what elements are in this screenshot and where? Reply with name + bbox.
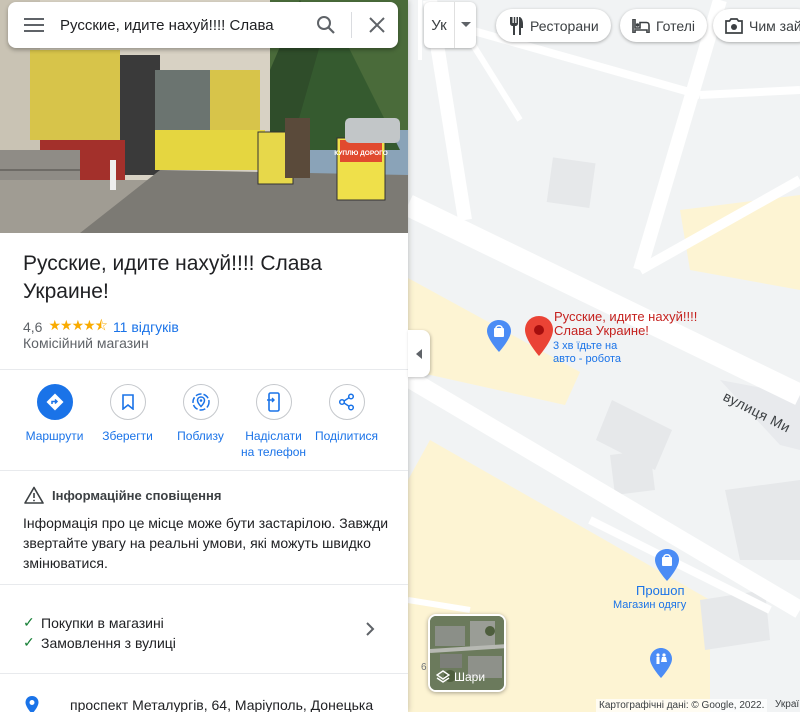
send-to-phone-label: Надіслати на телефон: [240, 429, 307, 459]
feature-label: Покупки в магазині: [41, 614, 164, 631]
location-pin-icon: [25, 696, 39, 712]
map-number-label: 6: [421, 662, 427, 673]
marker-sub-line2: авто - робота: [553, 353, 621, 365]
directions-label: Маршрути: [25, 429, 84, 443]
send-to-phone-icon[interactable]: [255, 384, 292, 420]
chevron-left-icon: [416, 348, 422, 359]
check-icon: ✓: [23, 614, 35, 630]
shop-name[interactable]: Прошоп: [636, 583, 685, 598]
lang-dropdown-icon[interactable]: [455, 22, 476, 28]
service-options[interactable]: ✓ Покупки в магазині ✓ Замовлення з вули…: [0, 600, 408, 660]
directions-button[interactable]: Маршрути: [18, 384, 91, 460]
place-marker-icon[interactable]: [525, 316, 553, 356]
layers-label: Шари: [454, 670, 486, 684]
clothing-shop-poi-icon[interactable]: [655, 549, 679, 581]
chevron-right-icon: [366, 622, 375, 636]
search-input[interactable]: Русские, идите нахуй!!!! Слава: [60, 17, 305, 34]
divider: [0, 584, 408, 585]
check-icon: ✓: [23, 634, 35, 650]
alert-title: Інформаційне сповіщення: [24, 486, 221, 504]
chip-things-label: Чим зай: [749, 17, 800, 34]
save-button[interactable]: Зберегти: [91, 384, 164, 460]
alert-title-text: Інформаційне сповіщення: [52, 487, 222, 503]
restroom-poi-icon[interactable]: [650, 648, 672, 678]
chip-hotels[interactable]: Готелі: [620, 9, 707, 42]
place-panel: КУПЛЮ ДОРОГО Русские, идите нахуй!!!! Сл…: [0, 0, 408, 712]
search-divider: [351, 12, 352, 38]
shop-category: Магазин одягу: [613, 599, 687, 611]
hotel-icon: [632, 18, 650, 33]
divider: [0, 470, 408, 471]
close-icon[interactable]: [356, 2, 398, 48]
warning-icon: [24, 486, 44, 504]
place-category[interactable]: Комісійний магазин: [23, 335, 149, 351]
bookmark-icon[interactable]: [109, 384, 146, 420]
chip-restaurants[interactable]: Ресторани: [496, 9, 611, 42]
share-icon[interactable]: [328, 384, 365, 420]
layers-icon: [436, 670, 450, 683]
place-title: Русские, идите нахуй!!!! Слава Украине!: [23, 252, 323, 303]
camera-icon: [725, 17, 743, 34]
rating-value: 4,6: [23, 319, 43, 335]
action-buttons: Маршрути Зберегти Поблизу Надіслати на т…: [18, 384, 398, 460]
search-box[interactable]: Русские, идите нахуй!!!! Слава: [8, 2, 398, 48]
save-label: Зберегти: [102, 429, 153, 443]
layers-label-wrap: Шари: [436, 670, 485, 684]
search-icon[interactable]: [305, 2, 347, 48]
menu-icon[interactable]: [8, 2, 60, 48]
share-label: Поділитися: [314, 429, 379, 443]
marker-sublabel: 3 хв їдьте на авто - робота: [553, 340, 621, 366]
address-text: проспект Металургів, 64, Маріуполь, Доне…: [70, 697, 374, 712]
map-attribution: Картографічні дані: © Google, 2022.: [596, 699, 768, 712]
marker-sub-line1: 3 хв їдьте на: [553, 340, 618, 352]
shopping-poi-icon[interactable]: [487, 320, 511, 352]
marker-label-line1: Русские, идите нахуй!!!!: [554, 309, 698, 324]
marker-label[interactable]: Русские, идите нахуй!!!! Слава Украине!: [554, 310, 697, 338]
lang-label: Ук: [431, 16, 447, 34]
alert-body: Інформація про це місце може бути застар…: [23, 515, 389, 571]
input-tools-button[interactable]: Ук: [424, 2, 476, 48]
chip-things-to-do[interactable]: Чим зай: [713, 9, 800, 42]
divider: [0, 369, 408, 370]
chip-hotels-label: Готелі: [656, 17, 695, 34]
feature-item: ✓ Покупки в магазині: [23, 614, 164, 631]
nearby-icon[interactable]: [182, 384, 219, 420]
feature-item: ✓ Замовлення з вулиці: [23, 634, 176, 651]
share-button[interactable]: Поділитися: [310, 384, 383, 460]
nearby-label: Поблизу: [177, 429, 224, 443]
layers-button[interactable]: Шари: [428, 614, 506, 692]
directions-icon[interactable]: [36, 384, 73, 420]
nearby-button[interactable]: Поблизу: [164, 384, 237, 460]
photo-sign-text: КУПЛЮ ДОРОГО: [334, 150, 388, 157]
chip-restaurants-label: Ресторани: [530, 17, 599, 34]
address-row[interactable]: проспект Металургів, 64, Маріуполь, Доне…: [24, 695, 373, 712]
marker-label-line2: Слава Украине!: [554, 323, 649, 338]
divider: [0, 673, 408, 674]
collapse-panel-button[interactable]: [408, 330, 430, 377]
feature-label: Замовлення з вулиці: [41, 634, 176, 651]
send-to-phone-button[interactable]: Надіслати на телефон: [237, 384, 310, 460]
restaurant-icon: [508, 16, 524, 35]
map-attribution-right: Украї: [775, 699, 800, 710]
reviews-link[interactable]: 11 відгуків: [113, 319, 179, 335]
